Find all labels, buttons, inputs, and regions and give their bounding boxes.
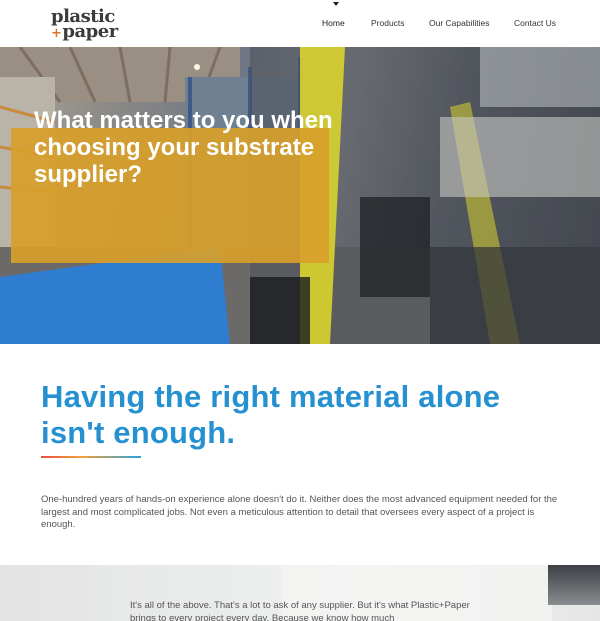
bottom-section-band: It's all of the above. That's a lot to a… — [0, 565, 600, 621]
heading-divider — [41, 456, 141, 458]
nav-item-products[interactable]: Products — [371, 18, 405, 28]
active-nav-caret-icon — [333, 2, 339, 6]
band-paragraph: It's all of the above. That's a lot to a… — [130, 600, 470, 621]
hero-title: What matters to you when choosing your s… — [34, 107, 333, 188]
intro-paragraph: One-hundred years of hands-on experience… — [41, 494, 558, 530]
nav-item-contact-us[interactable]: Contact Us — [514, 18, 556, 28]
intro-heading: Having the right material alone isn't en… — [41, 379, 501, 450]
nav-item-our-capabilities[interactable]: Our Capabilities — [429, 18, 489, 28]
main-nav: Home Products Our Capabilities Contact U… — [0, 18, 600, 32]
nav-item-home[interactable]: Home — [322, 18, 345, 28]
site-header: plastic +paper Home Products Our Capabil… — [0, 0, 600, 47]
hero-banner — [0, 47, 600, 344]
band-dark-photo-corner — [548, 565, 600, 605]
